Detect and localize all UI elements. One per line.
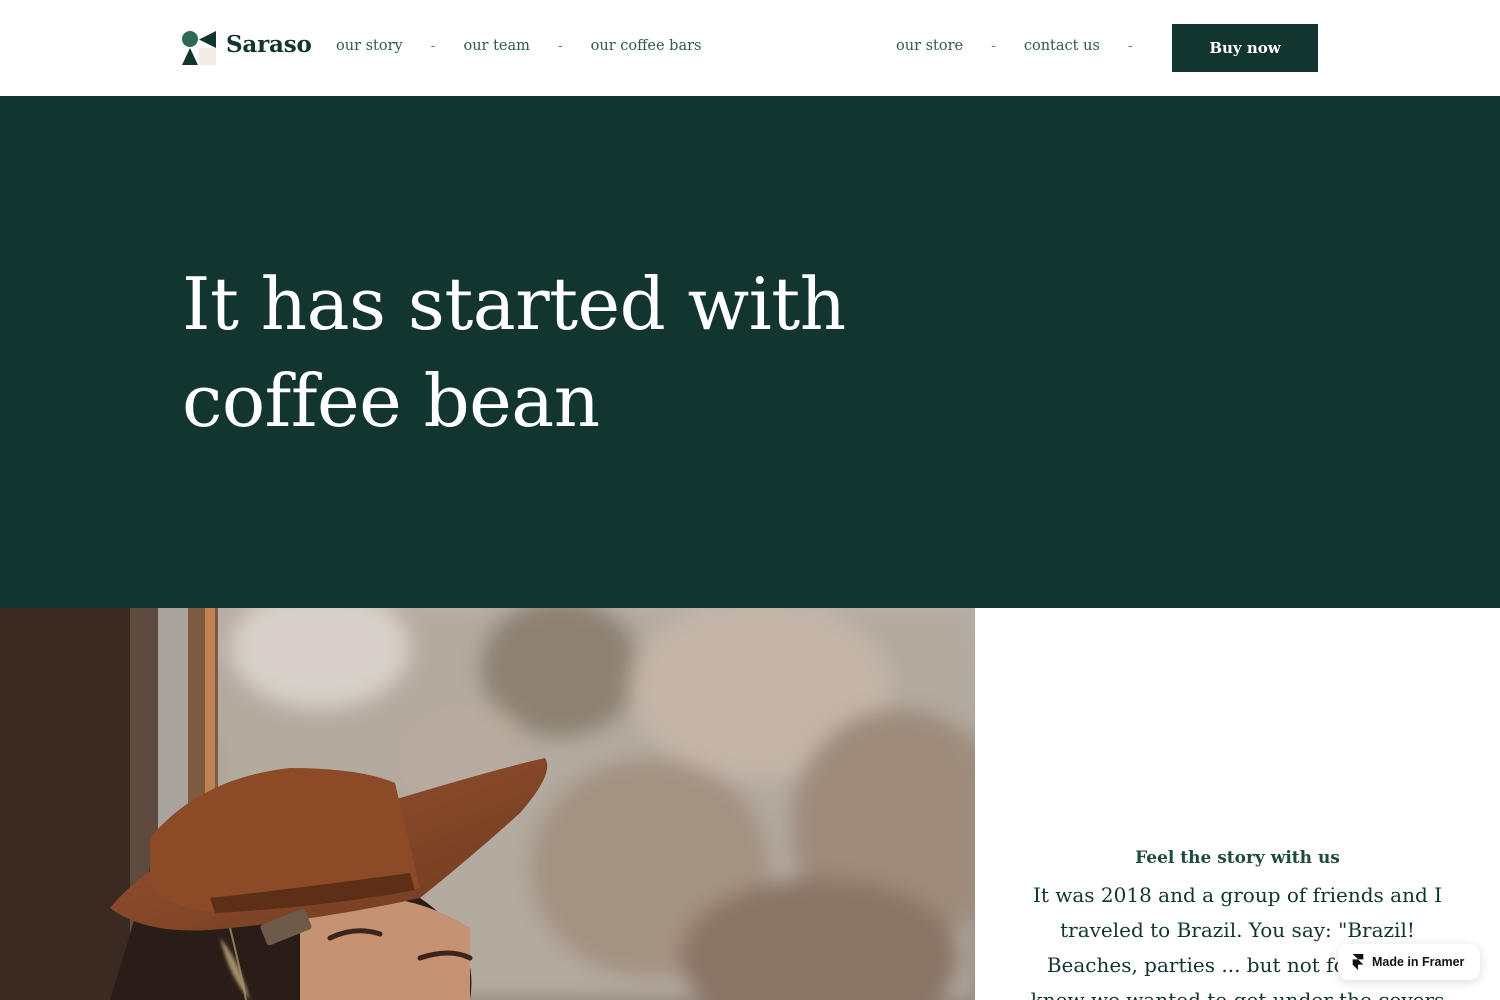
nav-our-story[interactable]: our story (336, 38, 403, 54)
badge-label: Made in Framer (1372, 955, 1465, 969)
hero-photo (0, 608, 975, 1000)
nav-separator: - (430, 38, 436, 54)
hero-title-line-1: It has started with (182, 262, 846, 346)
story-heading: Feel the story with us (1135, 848, 1340, 868)
hero-title-line-2: coffee bean (182, 359, 600, 443)
buy-now-button[interactable]: Buy now (1172, 24, 1318, 72)
nav-our-team[interactable]: our team (463, 38, 529, 54)
nav-primary: our story - our team - our coffee bars (336, 38, 701, 54)
nav-our-coffee-bars[interactable]: our coffee bars (591, 38, 702, 54)
nav-secondary: our store - contact us - (896, 38, 1161, 54)
logo-mark-icon[interactable] (182, 31, 216, 65)
framer-icon (1352, 954, 1364, 970)
nav-contact-us[interactable]: contact us (1024, 38, 1100, 54)
nav-separator: - (1127, 38, 1133, 54)
hero-section: It has started with coffee bean (0, 96, 1500, 608)
hero-title: It has started with coffee bean (182, 256, 1002, 450)
story-section: Feel the story with us It was 2018 and a… (975, 608, 1500, 1000)
photo-illustration (0, 608, 975, 1000)
made-in-framer-badge[interactable]: Made in Framer (1338, 944, 1480, 980)
nav-separator: - (991, 38, 996, 54)
story-text: It was 2018 and a group of friends and I… (1030, 883, 1445, 1000)
nav-separator: - (557, 38, 563, 54)
site-header: Saraso our story - our team - our coffee… (0, 0, 1500, 96)
brand-name[interactable]: Saraso (226, 31, 312, 58)
nav-our-store[interactable]: our store (896, 38, 963, 54)
